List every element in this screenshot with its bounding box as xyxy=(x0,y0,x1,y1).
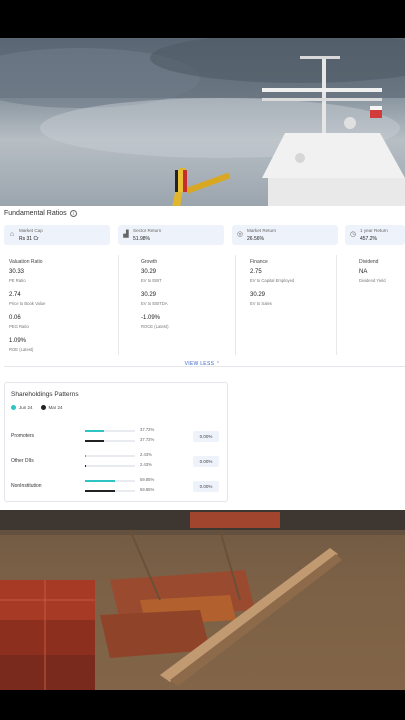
jun-bar-track xyxy=(85,430,135,432)
ratio-label: EV to Capital Employed xyxy=(250,278,295,283)
stat-card-market-return[interactable]: ◎ Market Return 26.56% xyxy=(232,225,338,245)
ratio-value: NA xyxy=(359,269,368,275)
fundamentals-panel: Fundamental Ratios i ⌂ Market Cap Rs 31 … xyxy=(0,206,405,510)
shareholder-label: Promoters xyxy=(11,433,35,439)
view-less-label: VIEW LESS xyxy=(184,361,215,367)
stat-value: 457.2% xyxy=(360,236,377,242)
change-badge: 0.00% xyxy=(193,456,219,467)
stat-card-market-cap[interactable]: ⌂ Market Cap Rs 31 Cr xyxy=(4,225,110,245)
jun-pct: 2.43% xyxy=(140,452,152,457)
ratio-label: Price to Book Value xyxy=(9,301,46,306)
stat-label: Market Cap xyxy=(19,228,43,233)
shareholder-label: Other DIIs xyxy=(11,458,34,464)
stat-card-sector-return[interactable]: ▟ Sector Return 51.98% xyxy=(118,225,224,245)
legend-jun: Jun 24 xyxy=(11,405,33,410)
mar-pct: 37.72% xyxy=(140,437,155,442)
mar-dot-icon xyxy=(40,405,46,410)
fundamental-ratios-title: Fundamental Ratios i xyxy=(4,210,77,217)
legend-label: Jun 24 xyxy=(19,405,33,410)
letterbox-top xyxy=(0,0,405,38)
ratio-column-valuation: Valuation Ratio 30.33 PE Ratio 2.74 Pric… xyxy=(4,255,119,355)
stat-label: Market Return xyxy=(247,228,277,233)
jun-bar xyxy=(85,480,115,482)
stat-value: 26.56% xyxy=(247,236,264,242)
mar-bar-track xyxy=(85,440,135,442)
legend-label: Mar 24 xyxy=(48,405,63,410)
column-heading: Finance xyxy=(250,259,268,265)
target-icon: ◎ xyxy=(236,231,244,238)
change-badge: 0.00% xyxy=(193,431,219,442)
change-badge: 0.00% xyxy=(193,481,219,492)
jun-bar-track xyxy=(85,455,135,457)
jun-bar xyxy=(85,455,87,457)
shipyard-photo xyxy=(0,510,405,690)
ratio-value: 30.29 xyxy=(250,292,266,298)
shareholding-row-other-diis: Other DIIs 2.43% 2.43% 0.00% xyxy=(5,451,229,471)
ratio-label: EV to EBIT xyxy=(141,278,162,283)
stat-label: Sector Return xyxy=(133,228,162,233)
legend-mar: Mar 24 xyxy=(40,405,63,410)
shareholdings-legend: Jun 24 Mar 24 xyxy=(11,405,63,410)
video-frame: Fundamental Ratios i ⌂ Market Cap Rs 31 … xyxy=(0,0,405,720)
chevron-up-icon: ⌃ xyxy=(215,361,221,367)
stat-cards: ⌂ Market Cap Rs 31 Cr ▟ Sector Return 51… xyxy=(4,225,405,245)
ratio-label: EV to EBITDA xyxy=(141,301,168,306)
mar-bar xyxy=(85,440,104,442)
jun-bar xyxy=(85,430,104,432)
jun-pct: 37.72% xyxy=(140,427,155,432)
ratio-value: 30.33 xyxy=(9,269,25,275)
stat-card-1-year-return[interactable]: ◷ 1 year Return 457.2% xyxy=(345,225,405,245)
stat-label: 1 year Return xyxy=(360,228,388,233)
ratio-value: -1.09% xyxy=(141,315,161,321)
shareholding-row-noninstitution: NonInstitution 59.85% 59.85% 0.00% xyxy=(5,476,229,496)
mar-bar-track xyxy=(85,465,135,467)
mar-bar xyxy=(85,490,115,492)
column-heading: Valuation Ratio xyxy=(9,259,43,265)
chart-icon: ▟ xyxy=(123,231,129,238)
shareholdings-card: Shareholdings Patterns Jun 24 Mar 24 Pro… xyxy=(4,382,228,502)
ratio-label: ROE (Latest) xyxy=(9,347,34,352)
ratio-value: 0.06 xyxy=(9,315,21,321)
ratio-column-finance: Finance 2.75 EV to Capital Employed 30.2… xyxy=(245,255,337,355)
jun-pct: 59.85% xyxy=(140,477,155,482)
ratio-label: PE Ratio xyxy=(9,278,26,283)
shareholdings-title: Shareholdings Patterns xyxy=(11,391,79,398)
column-heading: Growth xyxy=(141,259,158,265)
clock-icon: ◷ xyxy=(349,231,357,238)
ship-photo xyxy=(0,38,405,208)
ratio-column-dividend: Dividend NA Dividend Yield xyxy=(354,255,405,355)
jun-bar-track xyxy=(85,480,135,482)
stat-value: Rs 31 Cr xyxy=(19,236,39,242)
section-title-text: Fundamental Ratios xyxy=(4,210,67,217)
mar-bar-track xyxy=(85,490,135,492)
ratio-value: 30.29 xyxy=(141,292,157,298)
ratio-value: 1.09% xyxy=(9,338,27,344)
ratio-label: Dividend Yield xyxy=(359,278,386,283)
ratio-label: ROCE (Latest) xyxy=(141,324,169,329)
mar-pct: 59.85% xyxy=(140,487,155,492)
building-icon: ⌂ xyxy=(9,231,15,238)
ratio-label: PEG Ratio xyxy=(9,324,29,329)
jun-dot-icon xyxy=(11,405,16,410)
view-less-link[interactable]: VIEW LESS ⌃ xyxy=(0,361,405,367)
column-heading: Dividend xyxy=(359,259,379,265)
mar-bar xyxy=(85,465,87,467)
shareholder-label: NonInstitution xyxy=(11,483,42,489)
info-icon[interactable]: i xyxy=(69,210,77,217)
ratio-label: EV to Sales xyxy=(250,301,272,306)
ratio-table: Valuation Ratio 30.33 PE Ratio 2.74 Pric… xyxy=(4,255,405,367)
stat-value: 51.98% xyxy=(133,236,150,242)
ratio-value: 30.29 xyxy=(141,269,157,275)
ratio-value: 2.74 xyxy=(9,292,21,298)
shareholding-row-promoters: Promoters 37.72% 37.72% 0.00% xyxy=(5,426,229,446)
ratio-column-growth: Growth 30.29 EV to EBIT 30.29 EV to EBIT… xyxy=(136,255,236,355)
letterbox-bottom xyxy=(0,690,405,720)
mar-pct: 2.43% xyxy=(140,462,152,467)
ratio-value: 2.75 xyxy=(250,269,262,275)
